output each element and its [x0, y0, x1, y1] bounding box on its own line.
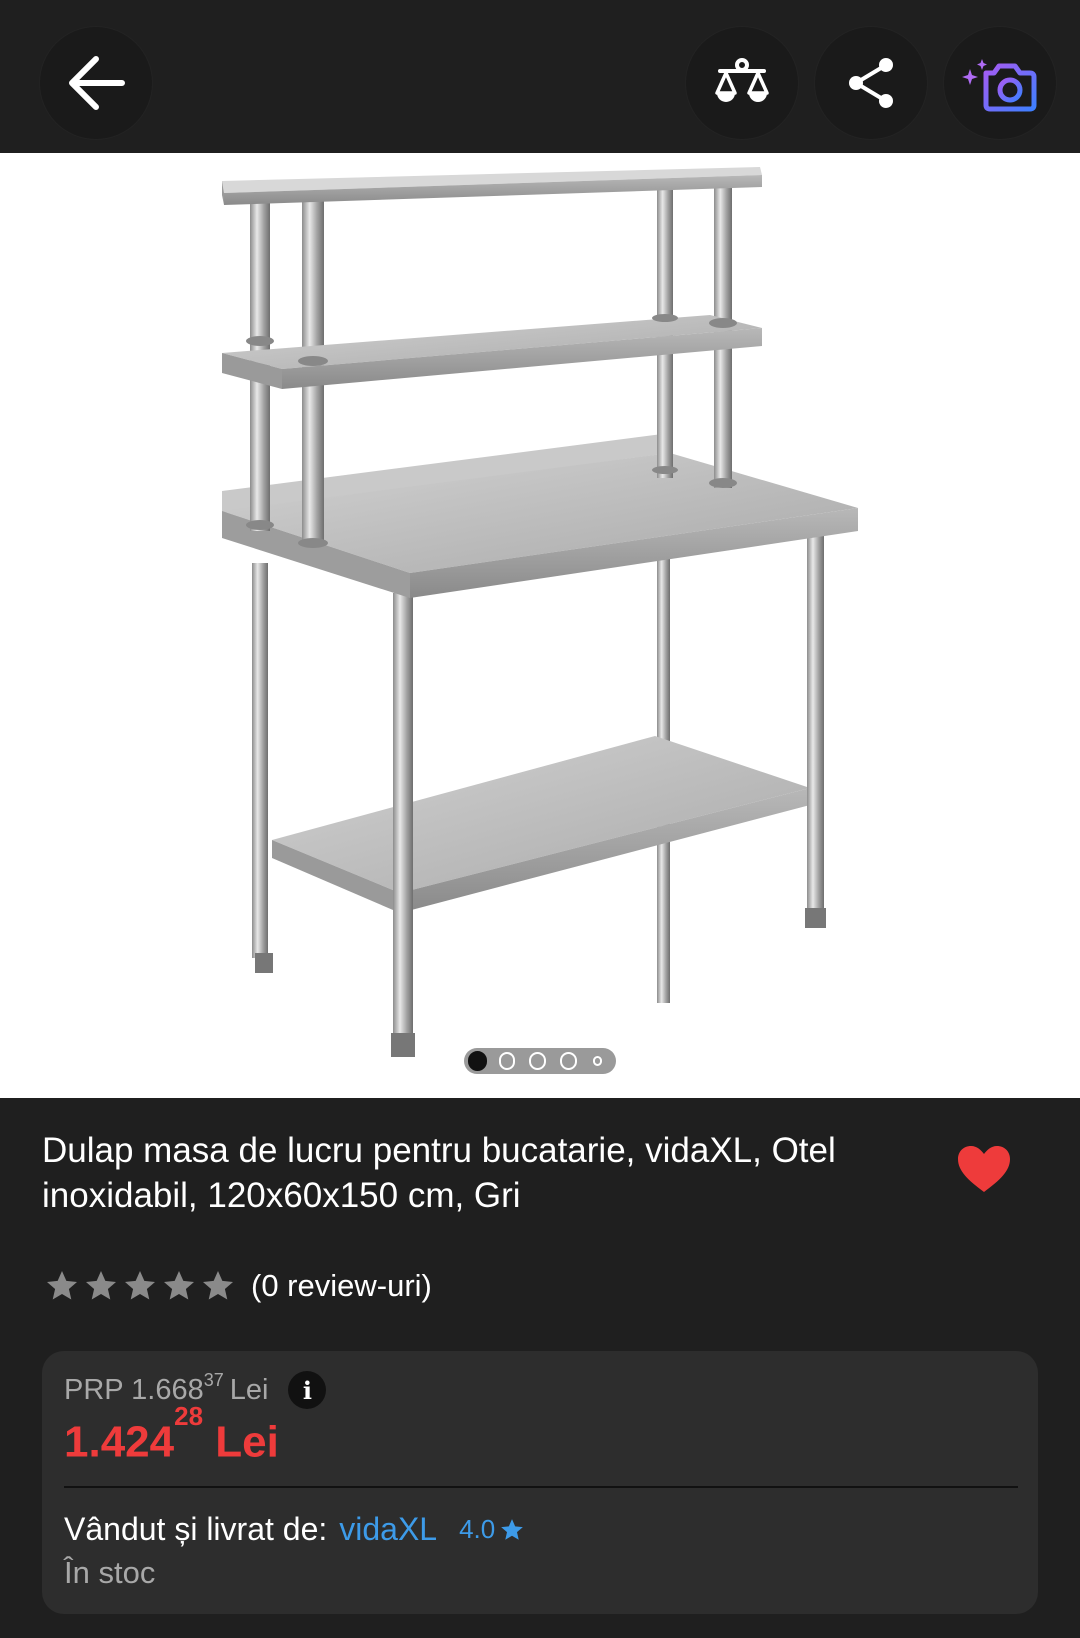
gallery-pager[interactable]	[464, 1048, 616, 1074]
product-details: Dulap masa de lucru pentru bucatarie, vi…	[0, 1098, 1080, 1638]
current-price: 1.42428 Lei	[64, 1401, 279, 1468]
price-value: 1.424	[64, 1417, 175, 1467]
seller-label: Vândut și livrat de:	[64, 1511, 328, 1547]
product-image-gallery[interactable]	[0, 153, 1080, 1098]
visual-search-button[interactable]	[944, 27, 1056, 139]
info-icon[interactable]: i	[288, 1371, 327, 1409]
share-icon	[849, 58, 893, 108]
heart-icon[interactable]	[956, 1144, 1012, 1194]
star-icon	[501, 1518, 524, 1540]
product-title: Dulap masa de lucru pentru bucatarie, vi…	[42, 1131, 836, 1215]
seller-rating-value: 4.0	[459, 1514, 496, 1544]
price-currency: Lei	[215, 1417, 279, 1467]
pager-dot-active[interactable]	[468, 1051, 487, 1071]
product-rating[interactable]: (0 review-uri)	[44, 1266, 432, 1306]
pager-dot[interactable]	[498, 1052, 516, 1070]
product-image	[222, 167, 858, 1057]
seller-link[interactable]: vidaXL	[339, 1511, 437, 1548]
pager-dot[interactable]	[529, 1052, 546, 1070]
seller-info: Vândut și livrat de: vidaXL 4.0	[64, 1511, 525, 1548]
star-icon	[125, 1271, 155, 1300]
price-card: PRP 1.668 37 Lei i 1.42428 Lei Vândut și l…	[42, 1351, 1038, 1614]
scale-icon	[715, 58, 769, 102]
prp-decimals: 37	[203, 1369, 224, 1390]
share-button[interactable]	[815, 27, 927, 139]
stock-status: În stoc	[64, 1555, 156, 1590]
pager-dot[interactable]	[592, 1056, 602, 1066]
star-icon	[203, 1271, 233, 1300]
arrow-left-icon	[69, 56, 125, 110]
back-button[interactable]	[40, 27, 152, 139]
prp-currency: Lei	[229, 1373, 269, 1406]
star-icon	[47, 1271, 77, 1300]
compare-button[interactable]	[686, 27, 798, 139]
star-icon	[164, 1271, 194, 1300]
seller-rating[interactable]: 4.0	[459, 1514, 525, 1545]
top-app-bar	[0, 0, 1080, 153]
divider	[64, 1486, 1018, 1488]
star-icon	[86, 1271, 116, 1300]
camera-search-icon	[962, 59, 1037, 112]
reviews-count-link[interactable]: (0 review-uri)	[251, 1268, 432, 1304]
price-decimals: 28	[174, 1401, 204, 1431]
pager-dot[interactable]	[559, 1052, 577, 1070]
